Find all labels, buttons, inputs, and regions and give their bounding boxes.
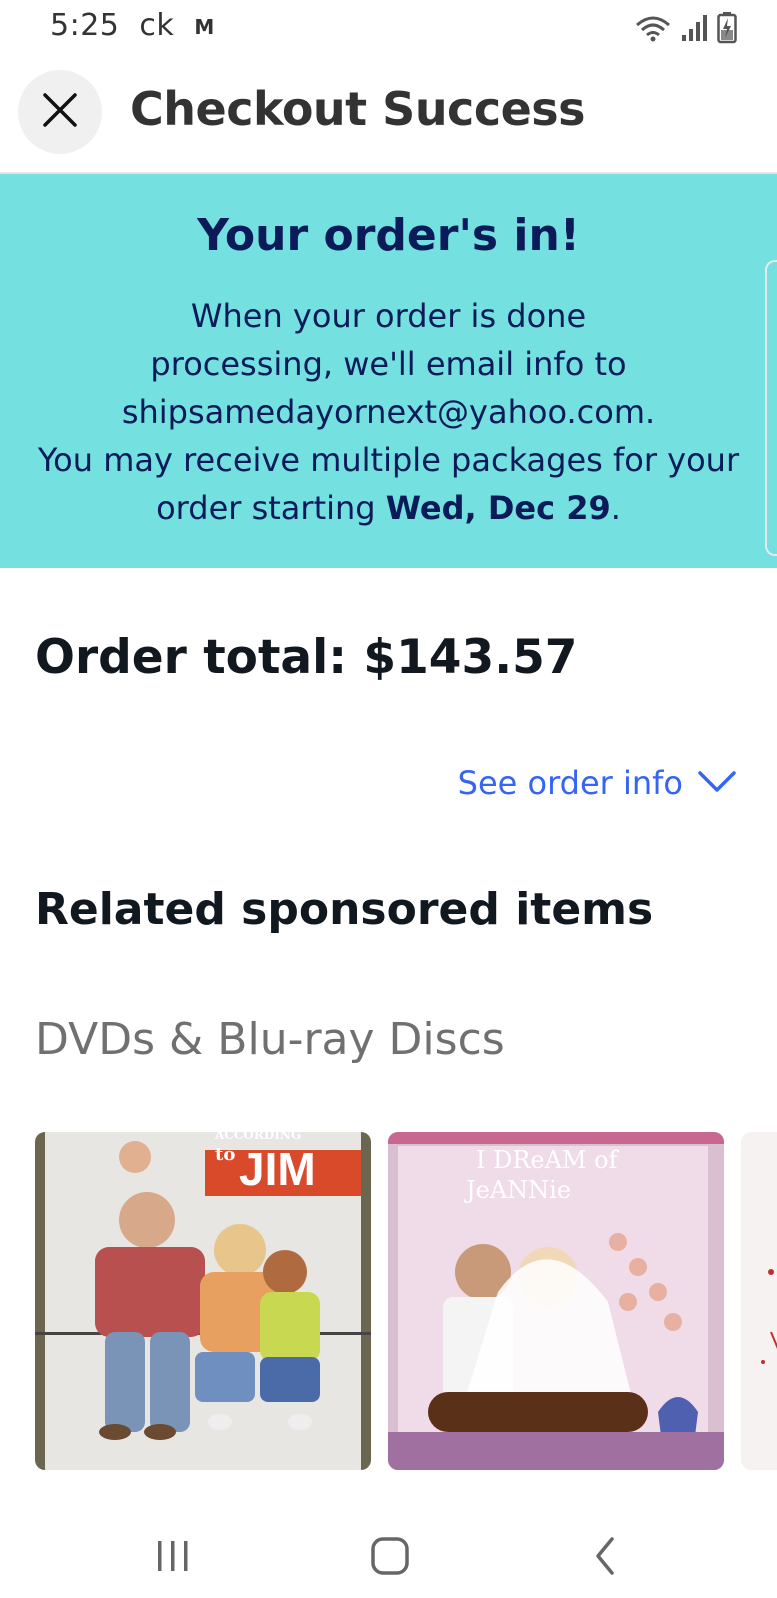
banner-email: shipsamedayornext@yahoo.com. [121, 393, 656, 431]
product-card[interactable]: ACCORDING to JIM [35, 1132, 371, 1470]
recent-apps-icon [153, 1538, 193, 1578]
see-order-info-label: See order info [457, 764, 683, 802]
status-clock: 5:25 [50, 8, 120, 43]
see-order-info-link[interactable]: See order info [458, 764, 737, 802]
home-icon [370, 1536, 410, 1580]
banner-line: order starting Wed, Dec 29. [30, 484, 747, 532]
close-button[interactable] [18, 70, 102, 154]
recent-apps-button[interactable] [143, 1528, 203, 1588]
product-card[interactable]: I DReAM of JeANNie [388, 1132, 724, 1470]
product-card[interactable] [741, 1132, 777, 1470]
banner-line: processing, we'll email info to [150, 345, 627, 383]
back-icon [590, 1536, 620, 1580]
wifi-icon [633, 13, 673, 47]
battery-charging-icon [717, 12, 737, 48]
home-button[interactable] [360, 1528, 420, 1588]
delivery-date: Wed, Dec 29 [385, 489, 611, 527]
status-carrier: ck [139, 8, 175, 43]
banner-heading: Your order's in! [197, 210, 580, 261]
cover-title-main: JeANNie [466, 1176, 572, 1204]
dvd-cover-image [741, 1132, 777, 1470]
back-button[interactable] [575, 1528, 635, 1588]
banner-message: When your order is done processing, we'l… [30, 292, 747, 532]
app-header: Checkout Success [0, 56, 777, 174]
dvd-cover-image [35, 1132, 371, 1470]
banner-line: You may receive multiple packages for yo… [37, 441, 740, 479]
page-title: Checkout Success [130, 82, 586, 136]
status-bar: 5:25 ck M [0, 0, 777, 56]
cover-title-main: JIM [239, 1143, 316, 1195]
status-time: 5:25 ck M [50, 8, 215, 43]
cover-title-top: ACCORDING [215, 1132, 302, 1142]
related-items-heading: Related sponsored items [35, 884, 654, 935]
cover-title-top: I DReAM of [476, 1146, 618, 1174]
chevron-down-icon [697, 764, 737, 802]
category-heading[interactable]: DVDs & Blu-ray Discs [35, 1014, 505, 1065]
close-icon [42, 92, 78, 132]
banner-side-handle [765, 260, 777, 556]
banner-line-prefix: order starting [156, 489, 386, 527]
status-icons [633, 12, 737, 48]
order-confirmation-banner: Your order's in! When your order is done… [0, 174, 777, 568]
system-nav-bar [0, 1510, 777, 1598]
banner-line: When your order is done [190, 297, 587, 335]
gmail-notification-icon: M [194, 14, 215, 39]
order-total: Order total: $143.57 [35, 630, 578, 685]
signal-icon [681, 13, 709, 47]
related-items-carousel[interactable]: ACCORDING to JIM I DReAM of JeANNie [35, 1132, 777, 1470]
cover-title-small: to [215, 1144, 236, 1165]
banner-line-suffix: . [610, 489, 621, 527]
